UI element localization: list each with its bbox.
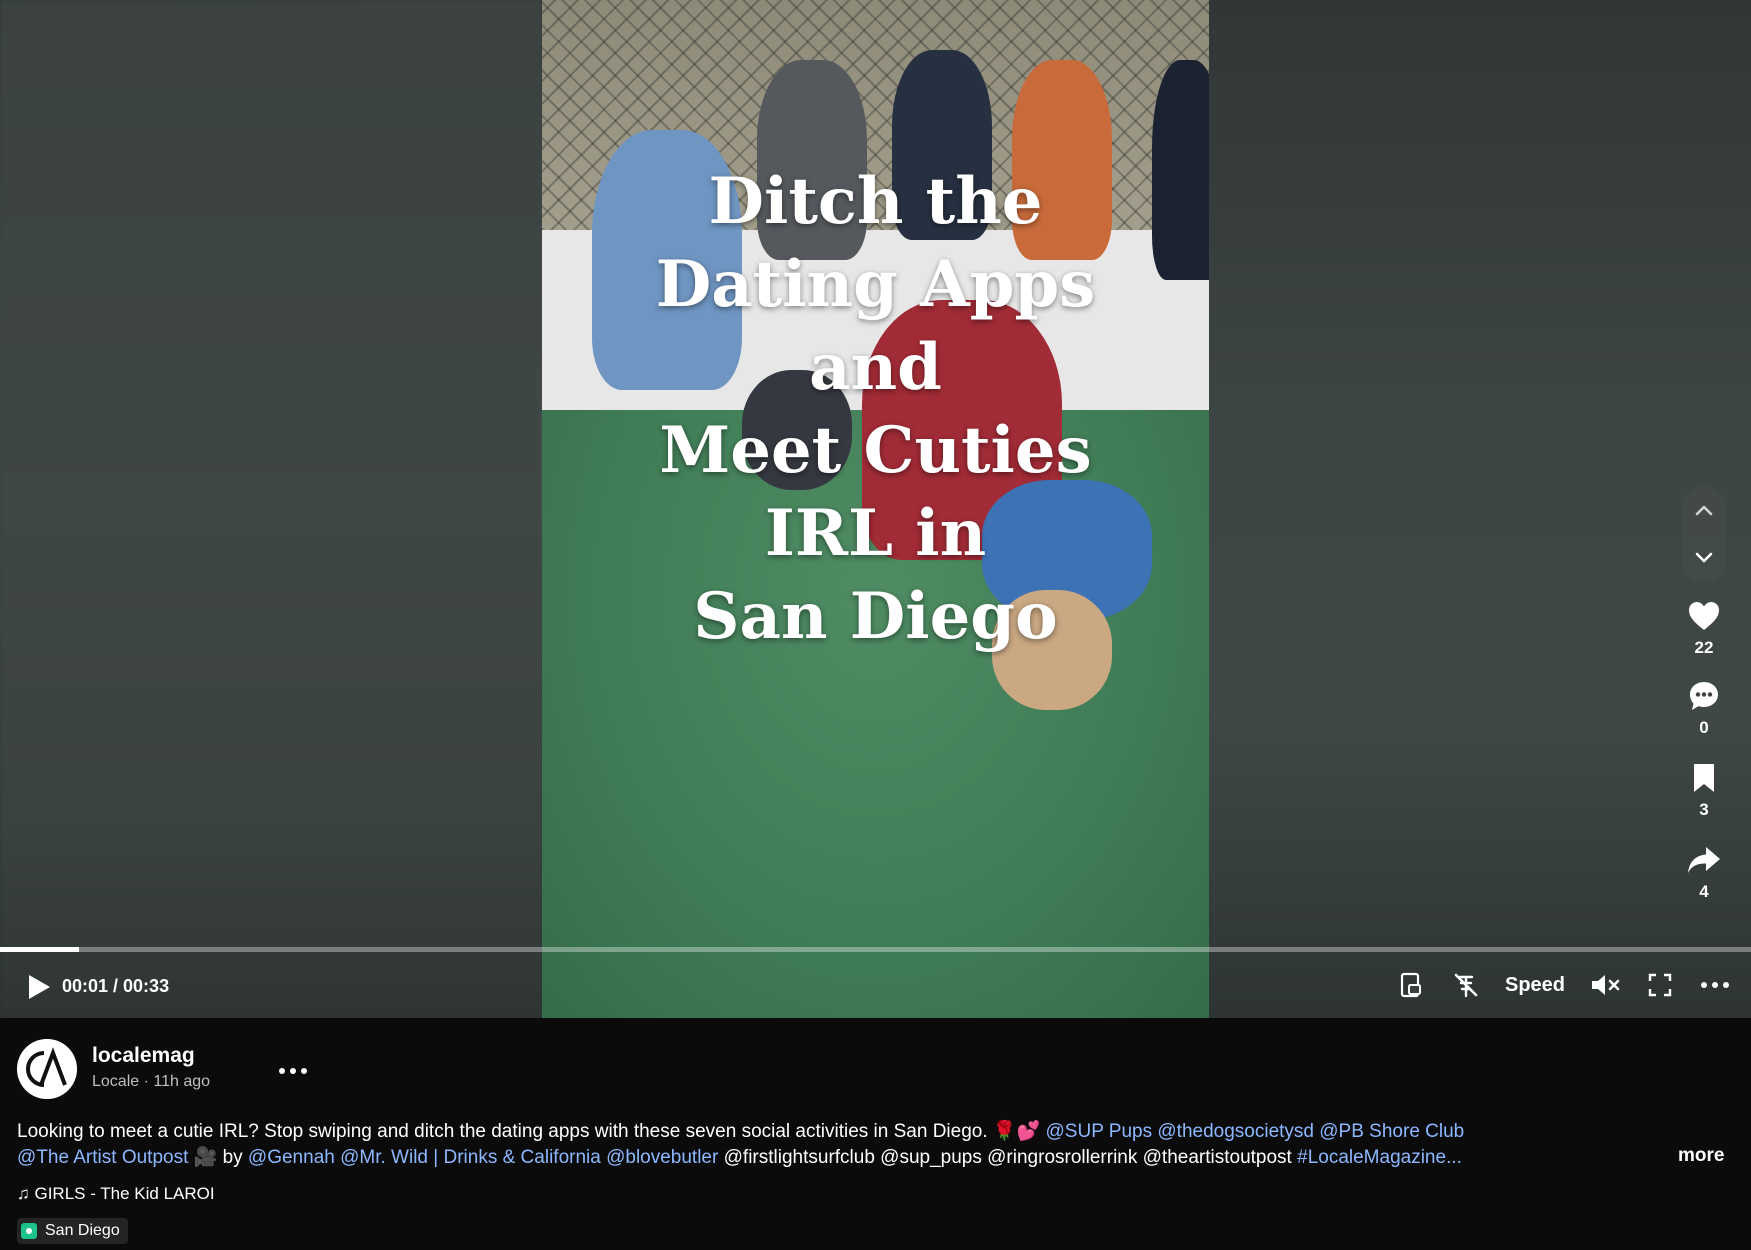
like-action: 22 (1682, 596, 1726, 658)
overlay-line: Dating Apps (655, 247, 1096, 322)
location-label: San Diego (45, 1222, 120, 1239)
share-button[interactable] (1682, 840, 1726, 880)
progress-bar[interactable] (0, 947, 1751, 952)
bookmark-icon (1694, 764, 1714, 792)
overlay-line: and (809, 330, 942, 405)
previous-video-button[interactable] (1682, 488, 1726, 532)
post-options-button[interactable] (278, 1056, 308, 1076)
chevron-down-icon (1695, 552, 1713, 563)
share-count: 4 (1699, 882, 1709, 901)
picture-in-picture-button[interactable] (1396, 970, 1426, 1000)
caption-mentions[interactable]: @SUP Pups @thedogsocietysd @PB Shore Clu… (1046, 1121, 1465, 1142)
like-button[interactable] (1682, 596, 1726, 636)
comment-action: 0 (1682, 676, 1726, 738)
caption-more-button[interactable]: more (1678, 1145, 1724, 1167)
playback-time: 00:01 / 00:33 (62, 976, 170, 996)
player-controls: 00:01 / 00:33 Speed (0, 960, 1751, 1010)
post-subline: Locale · 11h ago (92, 1073, 211, 1090)
video-overlay-title: Ditch the Dating Apps and Meet Cuties IR… (542, 160, 1209, 658)
more-icon (279, 1068, 307, 1074)
play-button[interactable] (24, 972, 54, 1002)
auto-scroll-button[interactable] (1450, 970, 1482, 1000)
no-autoscroll-icon (1454, 973, 1478, 998)
caption-mentions[interactable]: @Gennah @Mr. Wild | Drinks & California … (248, 1147, 718, 1168)
post-caption: Looking to meet a cutie IRL? Stop swipin… (17, 1119, 1617, 1171)
location-pin-icon (21, 1223, 37, 1239)
heart-icon (1689, 602, 1719, 630)
save-count: 3 (1699, 800, 1709, 819)
caption-text: Looking to meet a cutie IRL? Stop swipin… (17, 1121, 1046, 1142)
overlay-line: IRL in (764, 496, 987, 571)
music-track[interactable]: ♫ GIRLS - The Kid LAROI (17, 1184, 215, 1204)
save-action: 3 (1682, 758, 1726, 820)
caption-text: @firstlightsurfclub @sup_pups @ringrosro… (718, 1147, 1298, 1168)
avatar[interactable] (17, 1039, 77, 1099)
more-icon (1701, 982, 1729, 988)
comment-button[interactable] (1682, 676, 1726, 716)
overlay-line: Meet Cuties (659, 413, 1092, 488)
location-tag[interactable]: San Diego (17, 1218, 128, 1244)
caption-hashtag[interactable]: #LocaleMagazine... (1297, 1147, 1462, 1168)
video-navigation (1682, 486, 1726, 582)
pip-icon (1400, 972, 1421, 998)
fullscreen-icon (1648, 973, 1672, 997)
fullscreen-button[interactable] (1645, 970, 1675, 1000)
mute-icon (1592, 975, 1620, 995)
blurred-background-left (0, 0, 542, 1018)
next-video-button[interactable] (1682, 536, 1726, 580)
caption-line: @The Artist Outpost 🎥 by @Gennah @Mr. Wi… (17, 1145, 1617, 1171)
play-icon (29, 975, 50, 999)
speed-button[interactable]: Speed (1503, 970, 1567, 1000)
overlay-line: Ditch the (708, 164, 1043, 239)
share-action: 4 (1682, 840, 1726, 902)
save-button[interactable] (1682, 758, 1726, 798)
overlay-line: San Diego (693, 579, 1058, 654)
comment-count: 0 (1699, 718, 1709, 737)
player-more-button[interactable] (1698, 970, 1732, 1000)
locale-logo-icon (17, 1039, 77, 1099)
caption-line: Looking to meet a cutie IRL? Stop swipin… (17, 1119, 1617, 1145)
share-icon (1688, 847, 1720, 873)
comment-icon (1690, 682, 1718, 710)
progress-fill (0, 947, 79, 952)
chevron-up-icon (1695, 505, 1713, 516)
blurred-background-right (1209, 0, 1751, 1018)
caption-mention[interactable]: @The Artist Outpost (17, 1147, 188, 1168)
mute-button[interactable] (1590, 970, 1622, 1000)
caption-text: 🎥 by (188, 1147, 248, 1168)
like-count: 22 (1694, 638, 1714, 657)
video-player[interactable]: Ditch the Dating Apps and Meet Cuties IR… (0, 0, 1751, 1018)
username[interactable]: localemag (92, 1044, 195, 1068)
